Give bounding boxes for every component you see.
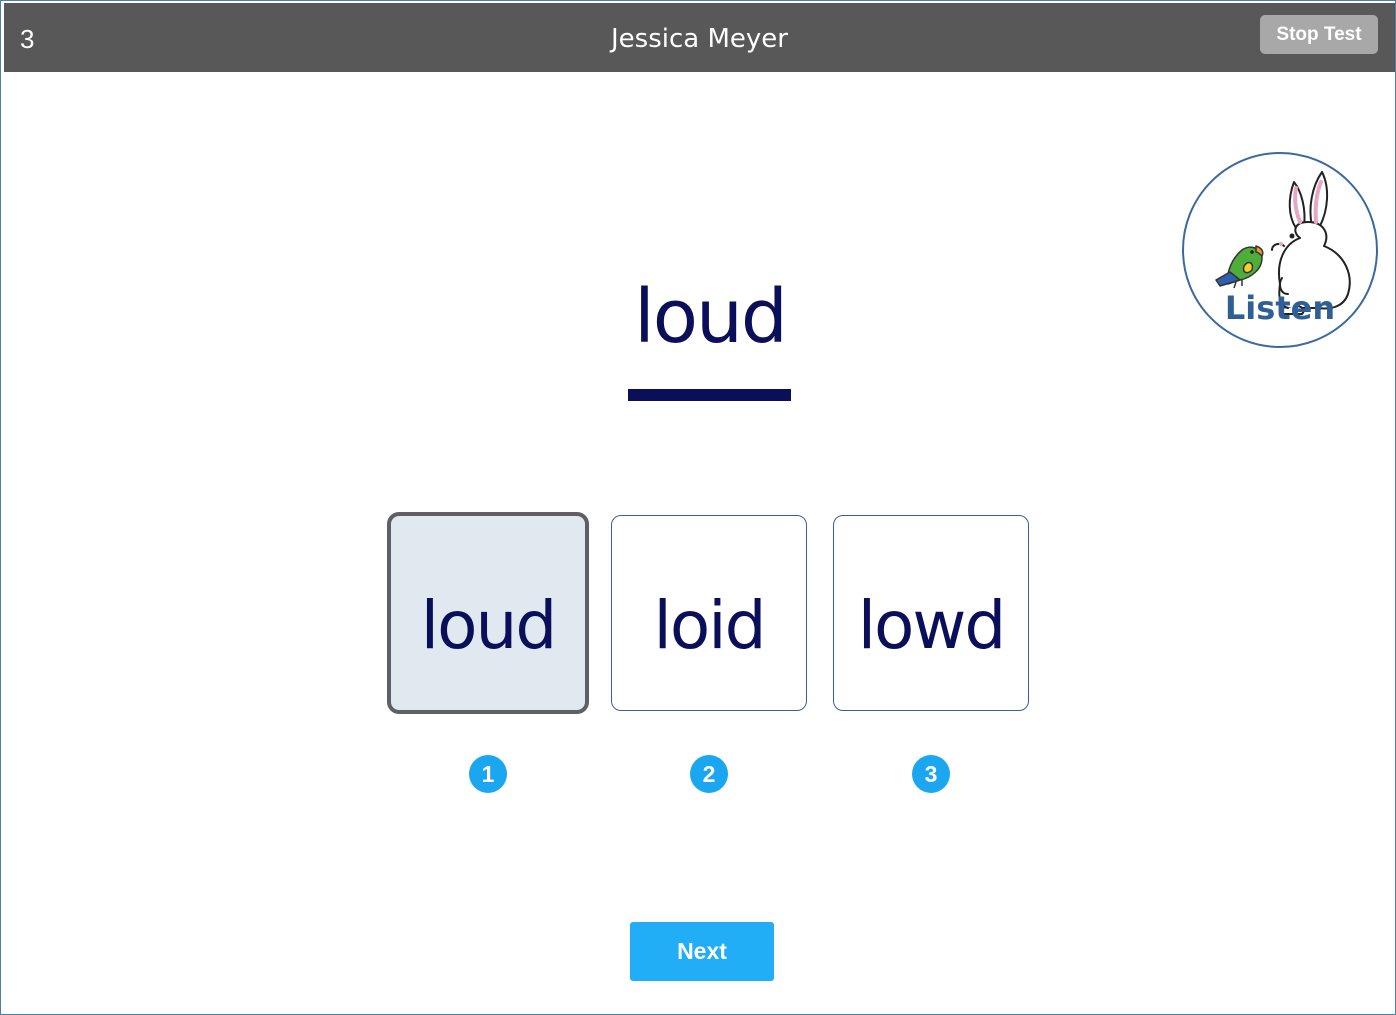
choice-card-1[interactable]: loud [387,512,589,714]
stop-test-button[interactable]: Stop Test [1260,15,1378,54]
app-frame [0,0,1396,1015]
choice-word: loid [653,587,767,664]
student-name: Jessica Meyer [611,24,788,54]
listen-label: Listen [1224,289,1336,327]
choice-word: loud [420,587,557,664]
listen-button[interactable]: Listen [1182,152,1378,348]
target-word: loud [634,274,788,360]
target-underline [628,389,791,401]
choice-number-badge-2: 2 [690,755,728,793]
header-bar: 3 Jessica Meyer Stop Test [4,3,1395,72]
choice-card-3[interactable]: lowd [833,515,1029,711]
choice-number-badge-3: 3 [912,755,950,793]
choice-number-badge-1: 1 [469,755,507,793]
choice-word: lowd [857,587,1007,664]
next-button[interactable]: Next [630,922,774,981]
choice-card-2[interactable]: loid [611,515,807,711]
